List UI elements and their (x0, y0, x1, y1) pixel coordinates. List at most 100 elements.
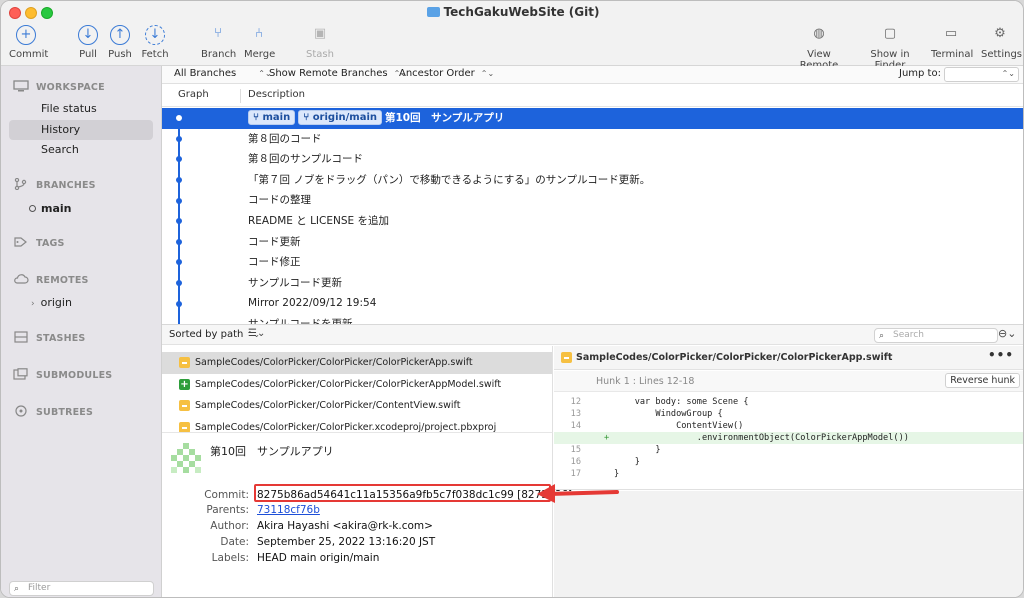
diff-body: 12 var body: some Scene { 13 WindowGroup… (554, 392, 1023, 490)
globe-icon: ◍ (813, 26, 825, 41)
diff-line-added: + .environmentObject(ColorPickerAppModel… (554, 432, 1023, 444)
changed-files-list: SampleCodes/ColorPicker/ColorPicker/Colo… (162, 346, 553, 432)
graph-node (176, 280, 182, 286)
fetch-button[interactable]: ↓ Fetch (141, 25, 169, 60)
annotation-highlight-box (254, 484, 551, 502)
sort-dropdown[interactable]: Sorted by path ⌃⌄ (169, 329, 260, 340)
graph-head-node (174, 113, 184, 123)
jump-to-label: Jump to: (899, 68, 941, 79)
sidebar-item-origin[interactable]: › origin (31, 296, 72, 309)
graph-node (176, 198, 182, 204)
diff-line: 16 } (570, 457, 640, 467)
commit-row[interactable]: README と LICENSE を追加 (162, 211, 1023, 232)
labels-label: Labels: (211, 552, 249, 564)
branch-tag-origin-main[interactable]: ⑂ origin/main (298, 110, 382, 125)
stash-button[interactable]: ▣ Stash (306, 25, 334, 60)
diff-empty-area (554, 491, 1023, 597)
file-search-input[interactable]: ⌕ Search (874, 328, 998, 343)
labels-value: HEAD main origin/main (257, 552, 380, 564)
file-row[interactable]: + SampleCodes/ColorPicker/ColorPicker/Col… (162, 374, 552, 396)
view-remote-button[interactable]: ◍ View Remote (790, 25, 848, 71)
file-row[interactable]: SampleCodes/ColorPicker/ColorPicker/Cont… (162, 395, 552, 417)
pull-button[interactable]: ↓ Pull (76, 25, 100, 60)
commit-message: 「第７回 ノブをドラッグ（パン）で移動できるようにする」のサンプルコード更新。 (248, 173, 651, 186)
author-value: Akira Hayashi <akira@rk-k.com> (257, 520, 433, 532)
jump-to-select[interactable]: ⌃⌄ (944, 67, 1019, 82)
graph-column-header[interactable]: Graph (178, 89, 209, 100)
current-branch-icon (29, 205, 36, 212)
folder-icon (426, 7, 440, 17)
sidebar-section-remotes[interactable]: REMOTES (13, 273, 89, 286)
terminal-icon: ▭ (944, 26, 958, 41)
sidebar-filter-input[interactable]: ⌕ Filter (9, 581, 154, 596)
sidebar-item-file-status[interactable]: File status (9, 99, 153, 119)
list-view-icon[interactable]: ☰⌄ (248, 328, 265, 339)
remote-branches-dropdown[interactable]: Show Remote Branches ⌃⌄ (269, 68, 407, 79)
plus-icon: + (16, 25, 36, 45)
file-row[interactable]: SampleCodes/ColorPicker/ColorPicker/Colo… (162, 352, 552, 374)
merge-icon: ⑃ (255, 26, 263, 41)
commit-row[interactable]: ⑂ main ⑂ origin/main 第10回 サンプルアプリ (162, 108, 1023, 129)
modified-file-icon (179, 357, 190, 368)
show-in-finder-button[interactable]: ▢ Show in Finder (858, 25, 922, 71)
sidebar-section-stashes[interactable]: STASHES (13, 331, 85, 344)
commit-message: コード更新 (248, 235, 301, 248)
column-divider[interactable] (240, 89, 241, 103)
order-dropdown[interactable]: Ancestor Order ⌃⌄ (399, 68, 494, 79)
updown-icon: ⌃⌄ (1001, 69, 1015, 78)
commit-row[interactable]: 「第７回 ノブをドラッグ（パン）で移動できるようにする」のサンプルコード更新。 (162, 170, 1023, 191)
commit-row[interactable]: コード修正 (162, 252, 1023, 273)
stash-icon (14, 331, 28, 343)
diff-file-name: SampleCodes/ColorPicker/ColorPicker/Colo… (576, 352, 893, 363)
graph-node (176, 177, 182, 183)
commit-row[interactable]: Mirror 2022/09/12 19:54 (162, 293, 1023, 314)
date-value: September 25, 2022 13:16:20 JST (257, 536, 436, 548)
parent-hash-link[interactable]: 73118cf76b (257, 504, 320, 516)
added-file-icon: + (179, 379, 190, 390)
commit-row[interactable]: 第８回のサンプルコード (162, 149, 1023, 170)
commit-title: 第10回 サンプルアプリ (210, 445, 334, 458)
branch-tag-main[interactable]: ⑂ main (248, 110, 296, 125)
commit-row[interactable]: サンプルコード更新 (162, 273, 1023, 294)
diff-line: 12 var body: some Scene { (570, 397, 749, 407)
reverse-hunk-button[interactable]: Reverse hunk (945, 373, 1020, 388)
branches-dropdown[interactable]: All Branches ⌃⌄ (174, 68, 272, 79)
sidebar-section-submodules[interactable]: SUBMODULES (13, 368, 112, 381)
commit-row[interactable]: サンプルコードを更新 (162, 314, 1023, 324)
diff-line: 15 } (570, 445, 661, 455)
settings-button[interactable]: ⚙ Settings (981, 25, 1022, 60)
merge-button[interactable]: ⑃ Merge (244, 25, 275, 60)
parents-label: Parents: (206, 504, 249, 516)
modified-file-icon (179, 422, 190, 432)
commit-list-header: Graph Description (162, 85, 1023, 107)
monitor-icon (13, 80, 29, 92)
updown-icon: ⌃⌄ (480, 69, 495, 78)
branch-button[interactable]: ⑂ Branch (201, 25, 236, 60)
chevron-right-icon[interactable]: › (31, 299, 35, 309)
sidebar-section-subtrees[interactable]: SUBTREES (13, 405, 93, 418)
sidebar-item-search[interactable]: Search (9, 140, 153, 160)
commit-message: コード修正 (248, 256, 301, 269)
sidebar-item-history[interactable]: History (9, 120, 153, 140)
author-label: Author: (210, 520, 249, 532)
graph-node (176, 218, 182, 224)
push-button[interactable]: ↑ Push (107, 25, 133, 60)
subtree-icon (15, 405, 27, 417)
more-actions-icon[interactable]: ••• (988, 348, 1014, 362)
commit-row[interactable]: 第８回のコード (162, 129, 1023, 150)
arrow-down-icon: ↓ (78, 25, 98, 45)
sidebar-item-main[interactable]: main (29, 202, 72, 215)
sidebar-section-tags[interactable]: TAGS (13, 236, 65, 249)
terminal-button[interactable]: ▭ Terminal (931, 25, 973, 60)
options-menu-icon[interactable]: ⊖⌄ (998, 327, 1016, 340)
sidebar-section-branches[interactable]: BRANCHES (13, 178, 96, 191)
commit-row[interactable]: コード更新 (162, 232, 1023, 253)
commit-row[interactable]: コードの整理 (162, 190, 1023, 211)
commit-button[interactable]: + Commit (9, 25, 48, 60)
hunk-header: Hunk 1 : Lines 12-18 Reverse hunk (554, 371, 1023, 392)
toolbar: TechGakuWebSite (Git) + Commit ↓ Pull ↑ … (1, 1, 1023, 71)
commit-details: 第10回 サンプルアプリ Commit: 8275b86ad54641c11a1… (162, 432, 572, 597)
description-column-header[interactable]: Description (248, 89, 305, 100)
commit-message: コードの整理 (248, 194, 311, 207)
file-row[interactable]: SampleCodes/ColorPicker/ColorPicker.xcod… (162, 417, 552, 432)
